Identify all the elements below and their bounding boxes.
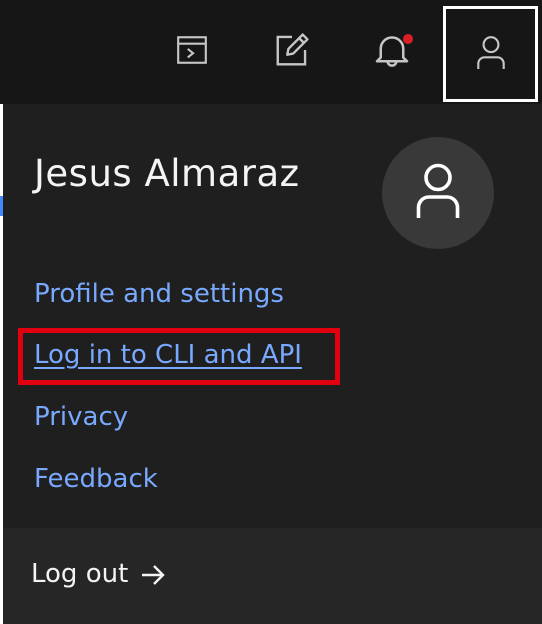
top-header-bar — [0, 0, 542, 104]
edit-button[interactable] — [244, 0, 340, 104]
logout-label: Log out — [31, 559, 129, 589]
feedback-link[interactable]: Feedback — [34, 464, 158, 494]
highlight-annotation — [18, 328, 340, 385]
privacy-link[interactable]: Privacy — [34, 402, 128, 432]
profile-and-settings-link[interactable]: Profile and settings — [34, 279, 284, 309]
page: Jesus Almaraz Profile and settings Log i… — [0, 0, 542, 624]
notification-badge — [403, 34, 413, 44]
avatar — [382, 137, 494, 249]
edit-icon — [273, 31, 311, 73]
user-avatar-icon — [414, 162, 462, 224]
user-name: Jesus Almaraz — [34, 152, 300, 195]
profile-panel-body: Jesus Almaraz Profile and settings Log i… — [3, 104, 542, 528]
notifications-button[interactable] — [344, 0, 440, 104]
profile-panel: Jesus Almaraz Profile and settings Log i… — [3, 104, 542, 624]
logout-button[interactable]: Log out — [3, 528, 542, 624]
user-icon — [474, 34, 508, 74]
arrow-right-icon — [140, 564, 166, 590]
user-profile-button[interactable] — [443, 6, 538, 102]
cloud-shell-button[interactable] — [144, 0, 240, 104]
cloud-shell-icon — [175, 33, 209, 71]
